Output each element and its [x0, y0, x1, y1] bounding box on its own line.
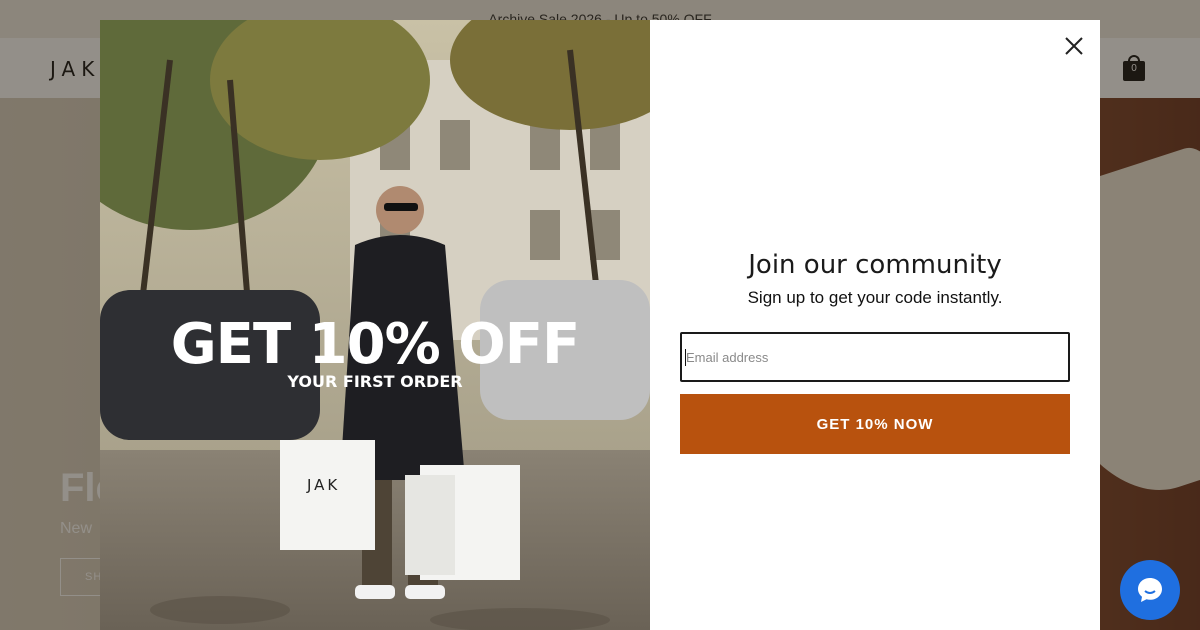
signup-modal: JAK GET 10% OFF YOUR FIRST ORDER Join ou…: [100, 20, 1100, 630]
signup-subtitle: Sign up to get your code instantly.: [747, 288, 1003, 307]
email-input[interactable]: [680, 332, 1070, 382]
promo-headline: GET 10% OFF: [170, 312, 581, 377]
signup-title: Join our community: [748, 250, 1002, 280]
get-discount-button[interactable]: GET 10% NOW: [680, 394, 1070, 454]
signup-form: Join our community Sign up to get your c…: [650, 20, 1100, 630]
chat-button[interactable]: [1120, 560, 1180, 620]
bag-brand-label: JAK: [307, 476, 341, 494]
chat-bubble-icon: [1138, 578, 1162, 602]
close-button[interactable]: [1062, 34, 1086, 58]
promo-subheadline: YOUR FIRST ORDER: [287, 372, 463, 391]
text-caret: [685, 349, 686, 366]
close-icon: [1065, 37, 1083, 55]
promo-image: JAK GET 10% OFF YOUR FIRST ORDER: [100, 20, 650, 630]
